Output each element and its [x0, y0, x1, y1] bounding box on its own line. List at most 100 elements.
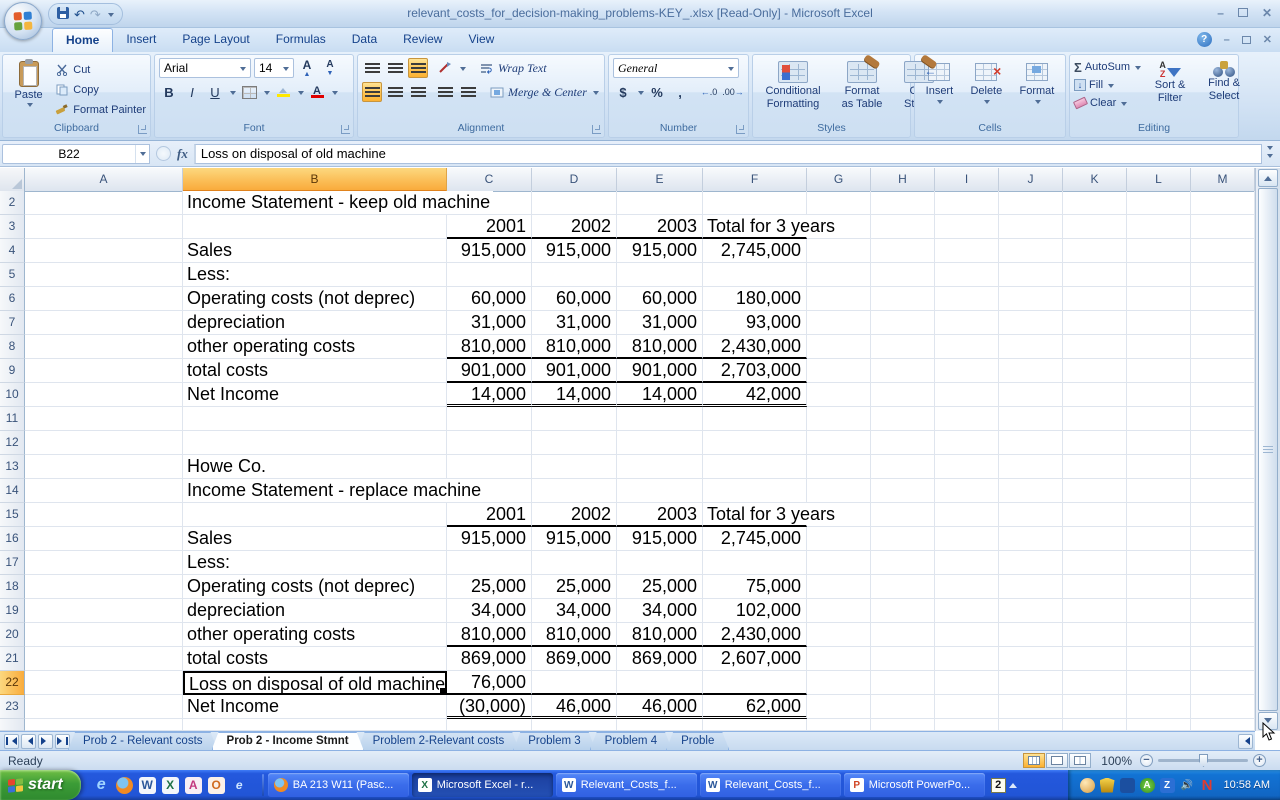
- cell-J17[interactable]: [999, 551, 1063, 575]
- fill-color-arrow[interactable]: [298, 91, 304, 98]
- cell-L6[interactable]: [1127, 287, 1191, 311]
- cell-A23[interactable]: [25, 695, 183, 719]
- clear-arrow[interactable]: [1121, 102, 1127, 109]
- cell-E17[interactable]: [617, 551, 703, 575]
- fill-button[interactable]: ↓ Fill: [1074, 77, 1141, 93]
- align-right-button[interactable]: [408, 82, 428, 102]
- cell-J20[interactable]: [999, 623, 1063, 647]
- comma-button[interactable]: ,: [670, 82, 690, 102]
- cell-C13[interactable]: [447, 455, 532, 479]
- cell-J11[interactable]: [999, 407, 1063, 431]
- firefox-icon[interactable]: [116, 777, 133, 794]
- cell-I5[interactable]: [935, 263, 999, 287]
- cell-D17[interactable]: [532, 551, 617, 575]
- cell-I20[interactable]: [935, 623, 999, 647]
- cell-F12[interactable]: [703, 431, 807, 455]
- cell-L17[interactable]: [1127, 551, 1191, 575]
- close-button[interactable]: ✕: [1262, 6, 1272, 20]
- borders-arrow[interactable]: [264, 91, 270, 98]
- insert-cells-button[interactable]: ← Insert: [921, 58, 959, 122]
- cell-J13[interactable]: [999, 455, 1063, 479]
- cell-J12[interactable]: [999, 431, 1063, 455]
- cell-B9[interactable]: total costs: [183, 359, 447, 383]
- cell-B8[interactable]: other operating costs: [183, 335, 447, 359]
- cell-K14[interactable]: [1063, 479, 1127, 503]
- cell-C10[interactable]: 14,000: [447, 383, 532, 407]
- cell-K10[interactable]: [1063, 383, 1127, 407]
- cell-L16[interactable]: [1127, 527, 1191, 551]
- cell-I21[interactable]: [935, 647, 999, 671]
- row-header-19[interactable]: 19: [0, 599, 25, 623]
- cell-B19[interactable]: depreciation: [183, 599, 447, 623]
- autosum-arrow[interactable]: [1135, 66, 1141, 73]
- restore-button[interactable]: [1238, 8, 1248, 17]
- cell-E4[interactable]: 915,000: [617, 239, 703, 263]
- column-header-C[interactable]: C: [447, 168, 532, 192]
- cell-J23[interactable]: [999, 695, 1063, 719]
- cell-E9[interactable]: 901,000: [617, 359, 703, 383]
- cell-H21[interactable]: [871, 647, 935, 671]
- cell-L20[interactable]: [1127, 623, 1191, 647]
- cell-G12[interactable]: [807, 431, 871, 455]
- cell-G16[interactable]: [807, 527, 871, 551]
- cell-M10[interactable]: [1191, 383, 1255, 407]
- cell-G10[interactable]: [807, 383, 871, 407]
- ribbon-tab-view[interactable]: View: [455, 28, 507, 52]
- security-shield-icon[interactable]: [1100, 778, 1115, 793]
- cell-J16[interactable]: [999, 527, 1063, 551]
- cell-D12[interactable]: [532, 431, 617, 455]
- cell-D5[interactable]: [532, 263, 617, 287]
- cell-I7[interactable]: [935, 311, 999, 335]
- cell-F4[interactable]: 2,745,000: [703, 239, 807, 263]
- cell-M17[interactable]: [1191, 551, 1255, 575]
- cell-H8[interactable]: [871, 335, 935, 359]
- cell-D15[interactable]: 2002: [532, 503, 617, 527]
- cell-I3[interactable]: [935, 215, 999, 239]
- ribbon-tab-home[interactable]: Home: [52, 28, 113, 52]
- hscroll-left-button[interactable]: [1238, 734, 1253, 749]
- cell-D8[interactable]: 810,000: [532, 335, 617, 359]
- fill-color-button[interactable]: [273, 82, 293, 102]
- column-header-E[interactable]: E: [617, 168, 703, 192]
- zoom-level[interactable]: 100%: [1101, 754, 1132, 768]
- row-header-23[interactable]: 23: [0, 695, 25, 719]
- cell-G11[interactable]: [807, 407, 871, 431]
- grow-font-button[interactable]: A▲: [297, 58, 317, 78]
- cell-J3[interactable]: [999, 215, 1063, 239]
- cell-I14[interactable]: [935, 479, 999, 503]
- cell-G7[interactable]: [807, 311, 871, 335]
- cell-H22[interactable]: [871, 671, 935, 695]
- font-name-combo[interactable]: Arial: [159, 58, 251, 78]
- cell-H6[interactable]: [871, 287, 935, 311]
- column-header-G[interactable]: G: [807, 168, 871, 192]
- cell-L11[interactable]: [1127, 407, 1191, 431]
- cell-C15[interactable]: 2001: [447, 503, 532, 527]
- sheet-tab-problem-3[interactable]: Problem 3: [513, 732, 595, 750]
- format-painter-button[interactable]: Format Painter: [54, 101, 146, 118]
- cell-D6[interactable]: 60,000: [532, 287, 617, 311]
- cell-K6[interactable]: [1063, 287, 1127, 311]
- cell-E3[interactable]: 2003: [617, 215, 703, 239]
- cell-G20[interactable]: [807, 623, 871, 647]
- cell-E11[interactable]: [617, 407, 703, 431]
- cell-K15[interactable]: [1063, 503, 1127, 527]
- cell-F22[interactable]: [703, 671, 807, 695]
- outlook-icon[interactable]: O: [208, 777, 225, 794]
- cell-I18[interactable]: [935, 575, 999, 599]
- cell-K18[interactable]: [1063, 575, 1127, 599]
- row-header-2[interactable]: 2: [0, 191, 25, 215]
- cell-E23[interactable]: 46,000: [617, 695, 703, 719]
- scroll-up-button[interactable]: [1258, 169, 1278, 187]
- cell-B21[interactable]: total costs: [183, 647, 447, 671]
- cell-D23[interactable]: 46,000: [532, 695, 617, 719]
- cell-I22[interactable]: [935, 671, 999, 695]
- start-button[interactable]: start: [0, 770, 81, 800]
- zoom-out-button[interactable]: −: [1140, 754, 1153, 767]
- currency-arrow[interactable]: [638, 91, 644, 98]
- cell-C20[interactable]: 810,000: [447, 623, 532, 647]
- next-sheet-button[interactable]: [38, 734, 53, 749]
- wrap-text-button[interactable]: Wrap Text: [479, 60, 547, 77]
- cell-A2[interactable]: [25, 191, 183, 215]
- cell-A14[interactable]: [25, 479, 183, 503]
- cell-B6[interactable]: Operating costs (not deprec): [183, 287, 447, 311]
